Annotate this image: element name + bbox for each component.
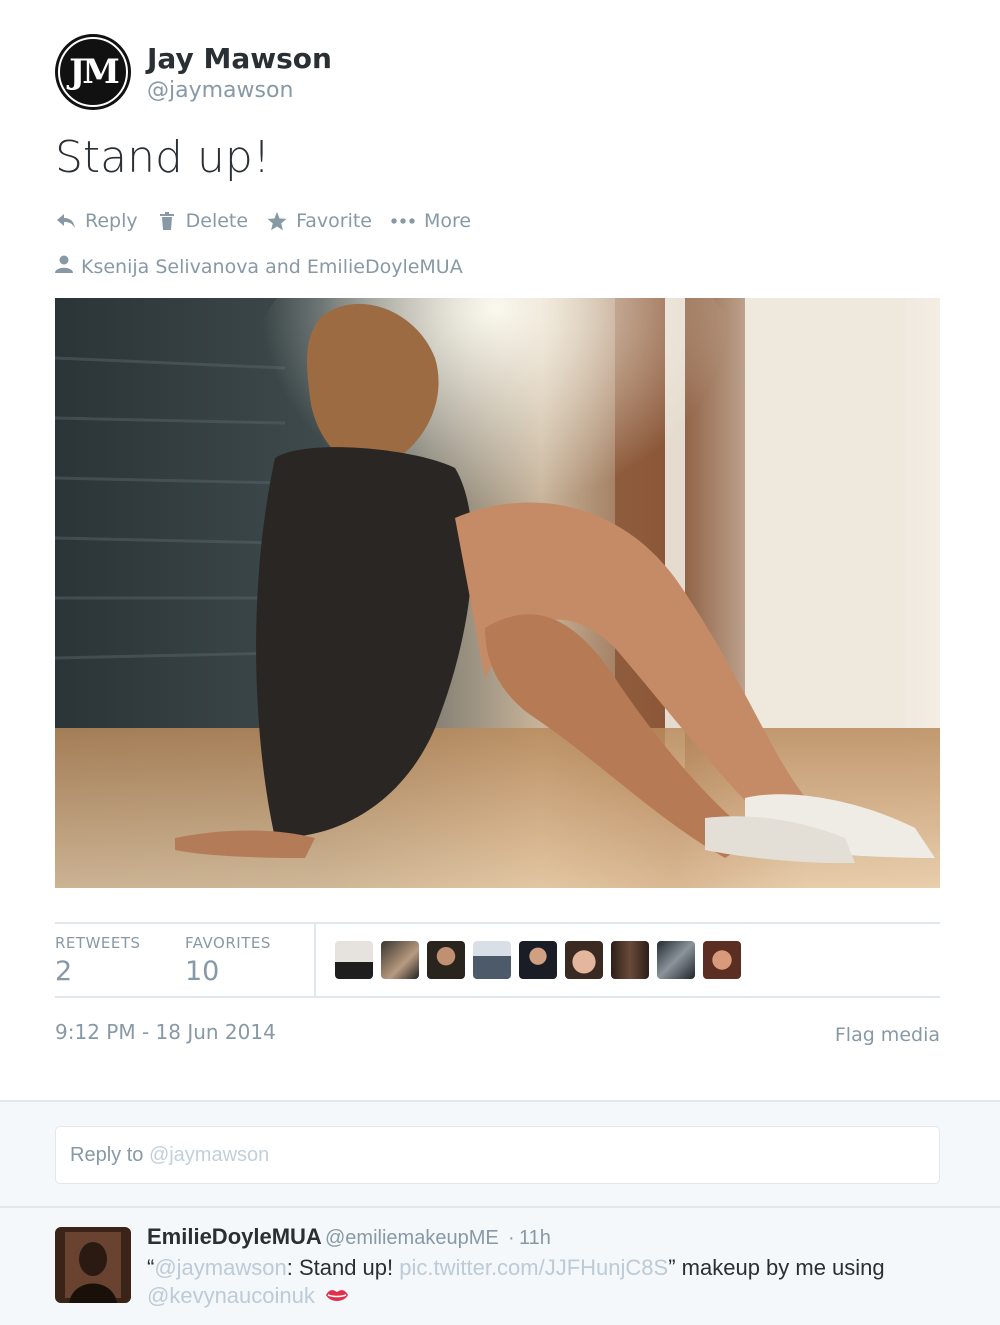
reply-icon: [55, 210, 77, 232]
retweets-label: RETWEETS: [55, 934, 141, 952]
favoriter-avatar[interactable]: [565, 941, 603, 979]
favorites-stat[interactable]: FAVORITES 10: [185, 934, 271, 987]
reply-avatar[interactable]: [55, 1227, 131, 1303]
lips-icon: [325, 1283, 349, 1311]
reply-button[interactable]: Reply: [55, 210, 138, 232]
reply-input[interactable]: Reply to @jaymawson: [55, 1126, 940, 1184]
favoriter-avatars: [335, 941, 749, 979]
reply-author-fullname[interactable]: EmilieDoyleMUA: [147, 1224, 322, 1250]
mention-link[interactable]: @jaymawson: [154, 1255, 286, 1280]
reply-label: Reply: [85, 210, 138, 232]
avatar-monogram: JM: [69, 52, 120, 92]
tweet-text: Stand up!: [55, 132, 271, 183]
delete-label: Delete: [185, 210, 249, 232]
reply-input-prefix: Reply to: [70, 1144, 144, 1166]
favoriter-avatar[interactable]: [335, 941, 373, 979]
reply-text-part-1: : Stand up!: [286, 1255, 400, 1280]
reply-separator: ·: [508, 1227, 515, 1249]
author-username[interactable]: @jaymawson: [147, 78, 293, 103]
trash-icon: [156, 210, 178, 232]
favorites-count: 10: [185, 956, 220, 987]
tweet-detail: JM Jay Mawson @jaymawson Stand up! Reply…: [0, 0, 1000, 1100]
favorite-button[interactable]: Favorite: [266, 210, 372, 232]
favoriter-avatar[interactable]: [611, 941, 649, 979]
flag-media-link[interactable]: Flag media: [835, 1024, 940, 1046]
more-button[interactable]: More: [390, 210, 471, 232]
star-icon: [266, 210, 288, 232]
stats-divider-bottom: [55, 996, 940, 998]
retweets-stat[interactable]: RETWEETS 2: [55, 934, 141, 987]
reply-input-handle: @jaymawson: [148, 1144, 270, 1166]
favorite-label: Favorite: [296, 210, 372, 232]
more-label: More: [424, 210, 472, 232]
tagged-people[interactable]: Ksenija Selivanova and EmilieDoyleMUA: [55, 255, 463, 278]
favoriter-avatar[interactable]: [703, 941, 741, 979]
favoriter-avatar[interactable]: [473, 941, 511, 979]
person-icon: [55, 255, 73, 278]
reply-tweet[interactable]: EmilieDoyleMUA @emiliemakeupME · 11h “@j…: [0, 1208, 1000, 1325]
favoriter-avatar[interactable]: [427, 941, 465, 979]
reply-time[interactable]: 11h: [519, 1227, 551, 1250]
mention-link-2[interactable]: @kevynaucoinuk: [147, 1283, 315, 1308]
reply-author-username[interactable]: @emiliemakeupME: [325, 1227, 499, 1250]
stats-divider-top: [55, 922, 940, 924]
tweet-photo[interactable]: [55, 298, 940, 888]
tweet-actions: Reply Delete Favorite More: [55, 210, 489, 232]
delete-button[interactable]: Delete: [156, 210, 248, 232]
favoriter-avatar[interactable]: [381, 941, 419, 979]
tagged-people-text: Ksenija Selivanova and EmilieDoyleMUA: [81, 255, 463, 278]
reply-text-part-2: ” makeup by me using: [668, 1255, 885, 1280]
tweet-timestamp[interactable]: 9:12 PM - 18 Jun 2014: [55, 1020, 276, 1044]
favoriter-avatar[interactable]: [519, 941, 557, 979]
avatar[interactable]: JM: [55, 34, 131, 110]
retweets-count: 2: [55, 956, 73, 987]
author-fullname[interactable]: Jay Mawson: [147, 42, 332, 75]
favorites-label: FAVORITES: [185, 934, 271, 952]
reply-composer-area: Reply to @jaymawson: [0, 1100, 1000, 1208]
favoriter-avatar[interactable]: [657, 941, 695, 979]
reply-tweet-text: “@jaymawson: Stand up! pic.twitter.com/J…: [147, 1254, 937, 1311]
more-dots-icon: [390, 210, 416, 232]
pic-link[interactable]: pic.twitter.com/JJFHunjC8S: [399, 1255, 668, 1280]
avatar-ring: JM: [58, 37, 128, 107]
stats-divider-vertical: [314, 924, 316, 996]
